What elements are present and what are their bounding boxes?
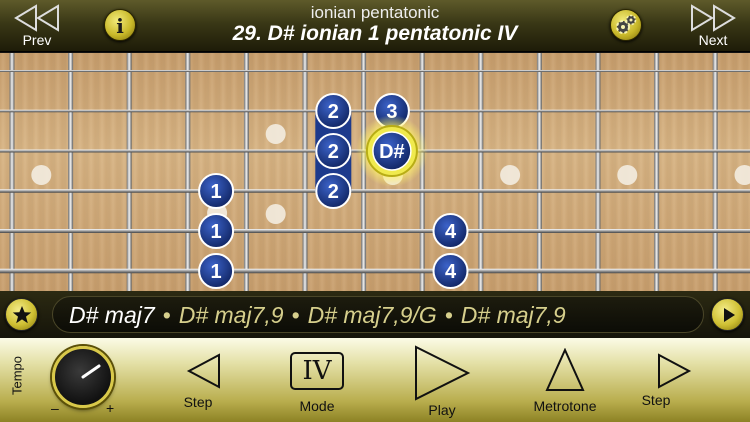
note-label: 1: [211, 221, 222, 243]
chord-bar: D# maj7 • D# maj7,9 • D# maj7,9/G • D# maj7,9: [0, 291, 750, 338]
chord-item[interactable]: D# maj7,9: [461, 302, 566, 328]
note-label: 2: [328, 141, 339, 163]
prev-label: Prev: [22, 32, 52, 48]
info-button[interactable]: i: [104, 9, 136, 41]
scale-family: ionian pentatonic: [310, 3, 440, 22]
fret-inlay-dot: [500, 165, 521, 185]
fret-wire: [243, 53, 249, 291]
note-label: 2: [328, 181, 339, 203]
fret-wire: [595, 53, 601, 291]
chord-item[interactable]: D# maj7,9/G: [308, 302, 437, 328]
scale-note-marker[interactable]: 2: [315, 133, 352, 169]
fret-wire: [302, 53, 308, 291]
chord-separator: •: [162, 302, 171, 328]
scale-note-marker[interactable]: 4: [432, 253, 469, 289]
step-back-icon: [186, 353, 220, 389]
gears-icon: [616, 14, 637, 34]
scale-note-marker[interactable]: 1: [198, 253, 235, 289]
guitar-string: [0, 268, 750, 274]
fret-inlay-dot: [265, 204, 286, 224]
tempo-knob[interactable]: [52, 346, 114, 408]
fret-wire: [126, 53, 132, 291]
play-button[interactable]: Play: [404, 338, 480, 422]
step-back-button[interactable]: Step: [170, 338, 226, 422]
root-note-marker[interactable]: D#: [355, 115, 428, 187]
mode-button[interactable]: IV Mode: [286, 338, 348, 422]
guitar-string: [0, 229, 750, 233]
note-label: 4: [445, 261, 457, 283]
chord-list-strip[interactable]: D# maj7 • D# maj7,9 • D# maj7,9/G • D# maj7,9: [52, 296, 704, 333]
guitar-string: [0, 70, 750, 72]
prev-button[interactable]: Prev: [2, 2, 72, 50]
fret-wire: [712, 53, 718, 291]
fret-wire: [68, 53, 74, 291]
next-button[interactable]: Next: [678, 2, 748, 50]
chord-item[interactable]: D# maj7: [69, 302, 155, 328]
settings-button[interactable]: [610, 9, 642, 41]
scale-note-marker[interactable]: 2: [315, 93, 352, 129]
fret-inlay-dot: [31, 165, 52, 185]
note-label: 1: [211, 181, 222, 203]
mode-value: IV: [290, 352, 344, 390]
note-label: 1: [211, 261, 222, 283]
note-label: 4: [445, 221, 457, 243]
fret-wire: [478, 53, 484, 291]
step-forward-icon: [658, 353, 692, 389]
header-bar: Prev i ionian pentatonic 29. D# ionian 1…: [0, 0, 750, 52]
favorite-button[interactable]: [5, 298, 38, 331]
chord-separator: •: [444, 302, 453, 328]
page-title: 29. D# ionian 1 pentatonic IV: [232, 22, 518, 45]
next-label: Next: [698, 32, 728, 48]
fretboard[interactable]: 2 3 2 D# 1 2 1 4 1 4: [0, 53, 750, 291]
double-left-arrow-icon: [14, 4, 59, 32]
knob-pointer-icon: [81, 364, 101, 379]
mode-label: Mode: [299, 398, 335, 414]
play-right-icon: [724, 308, 735, 322]
play-label: Play: [428, 402, 456, 418]
scale-note-marker[interactable]: 1: [198, 213, 235, 249]
fret-inlay-dot: [617, 165, 638, 185]
scale-note-marker[interactable]: 1: [198, 173, 235, 209]
metronome-icon: [545, 348, 585, 391]
fret-inlay-dot: [265, 124, 286, 144]
chord-item[interactable]: D# maj7,9: [179, 302, 284, 328]
step-back-label: Step: [183, 394, 213, 410]
note-label: 2: [328, 101, 339, 123]
info-icon: i: [116, 14, 124, 38]
fret-wire: [536, 53, 542, 291]
metronome-button[interactable]: Metrotone: [526, 338, 604, 422]
chord-next-button[interactable]: [711, 298, 744, 331]
fret-inlay-dot: [734, 165, 750, 185]
tempo-plus: +: [106, 400, 115, 416]
chord-list: D# maj7 • D# maj7,9 • D# maj7,9/G • D# maj7,9: [69, 302, 566, 329]
scale-note-marker[interactable]: 2: [315, 173, 352, 209]
note-label: D#: [379, 141, 405, 163]
fret-wire: [9, 53, 15, 291]
step-forward-label: Step: [641, 392, 671, 408]
play-icon: [415, 345, 471, 401]
fretboard-canvas: 2 32 D#1 21 41 4: [0, 53, 750, 291]
tempo-minus: –: [51, 400, 59, 416]
chord-separator: •: [291, 302, 300, 328]
control-panel: Tempo – + Step IV Mode Play Metrotone St…: [0, 338, 750, 422]
fret-wire: [654, 53, 660, 291]
double-right-arrow-icon: [691, 4, 736, 32]
step-forward-button[interactable]: Step: [642, 338, 712, 422]
scale-note-marker[interactable]: 4: [432, 213, 469, 249]
metronome-label: Metrotone: [533, 398, 597, 414]
tempo-label: Tempo: [9, 355, 25, 396]
fret-wire: [185, 53, 191, 291]
star-icon: [12, 306, 32, 324]
guitar-string: [0, 189, 750, 193]
